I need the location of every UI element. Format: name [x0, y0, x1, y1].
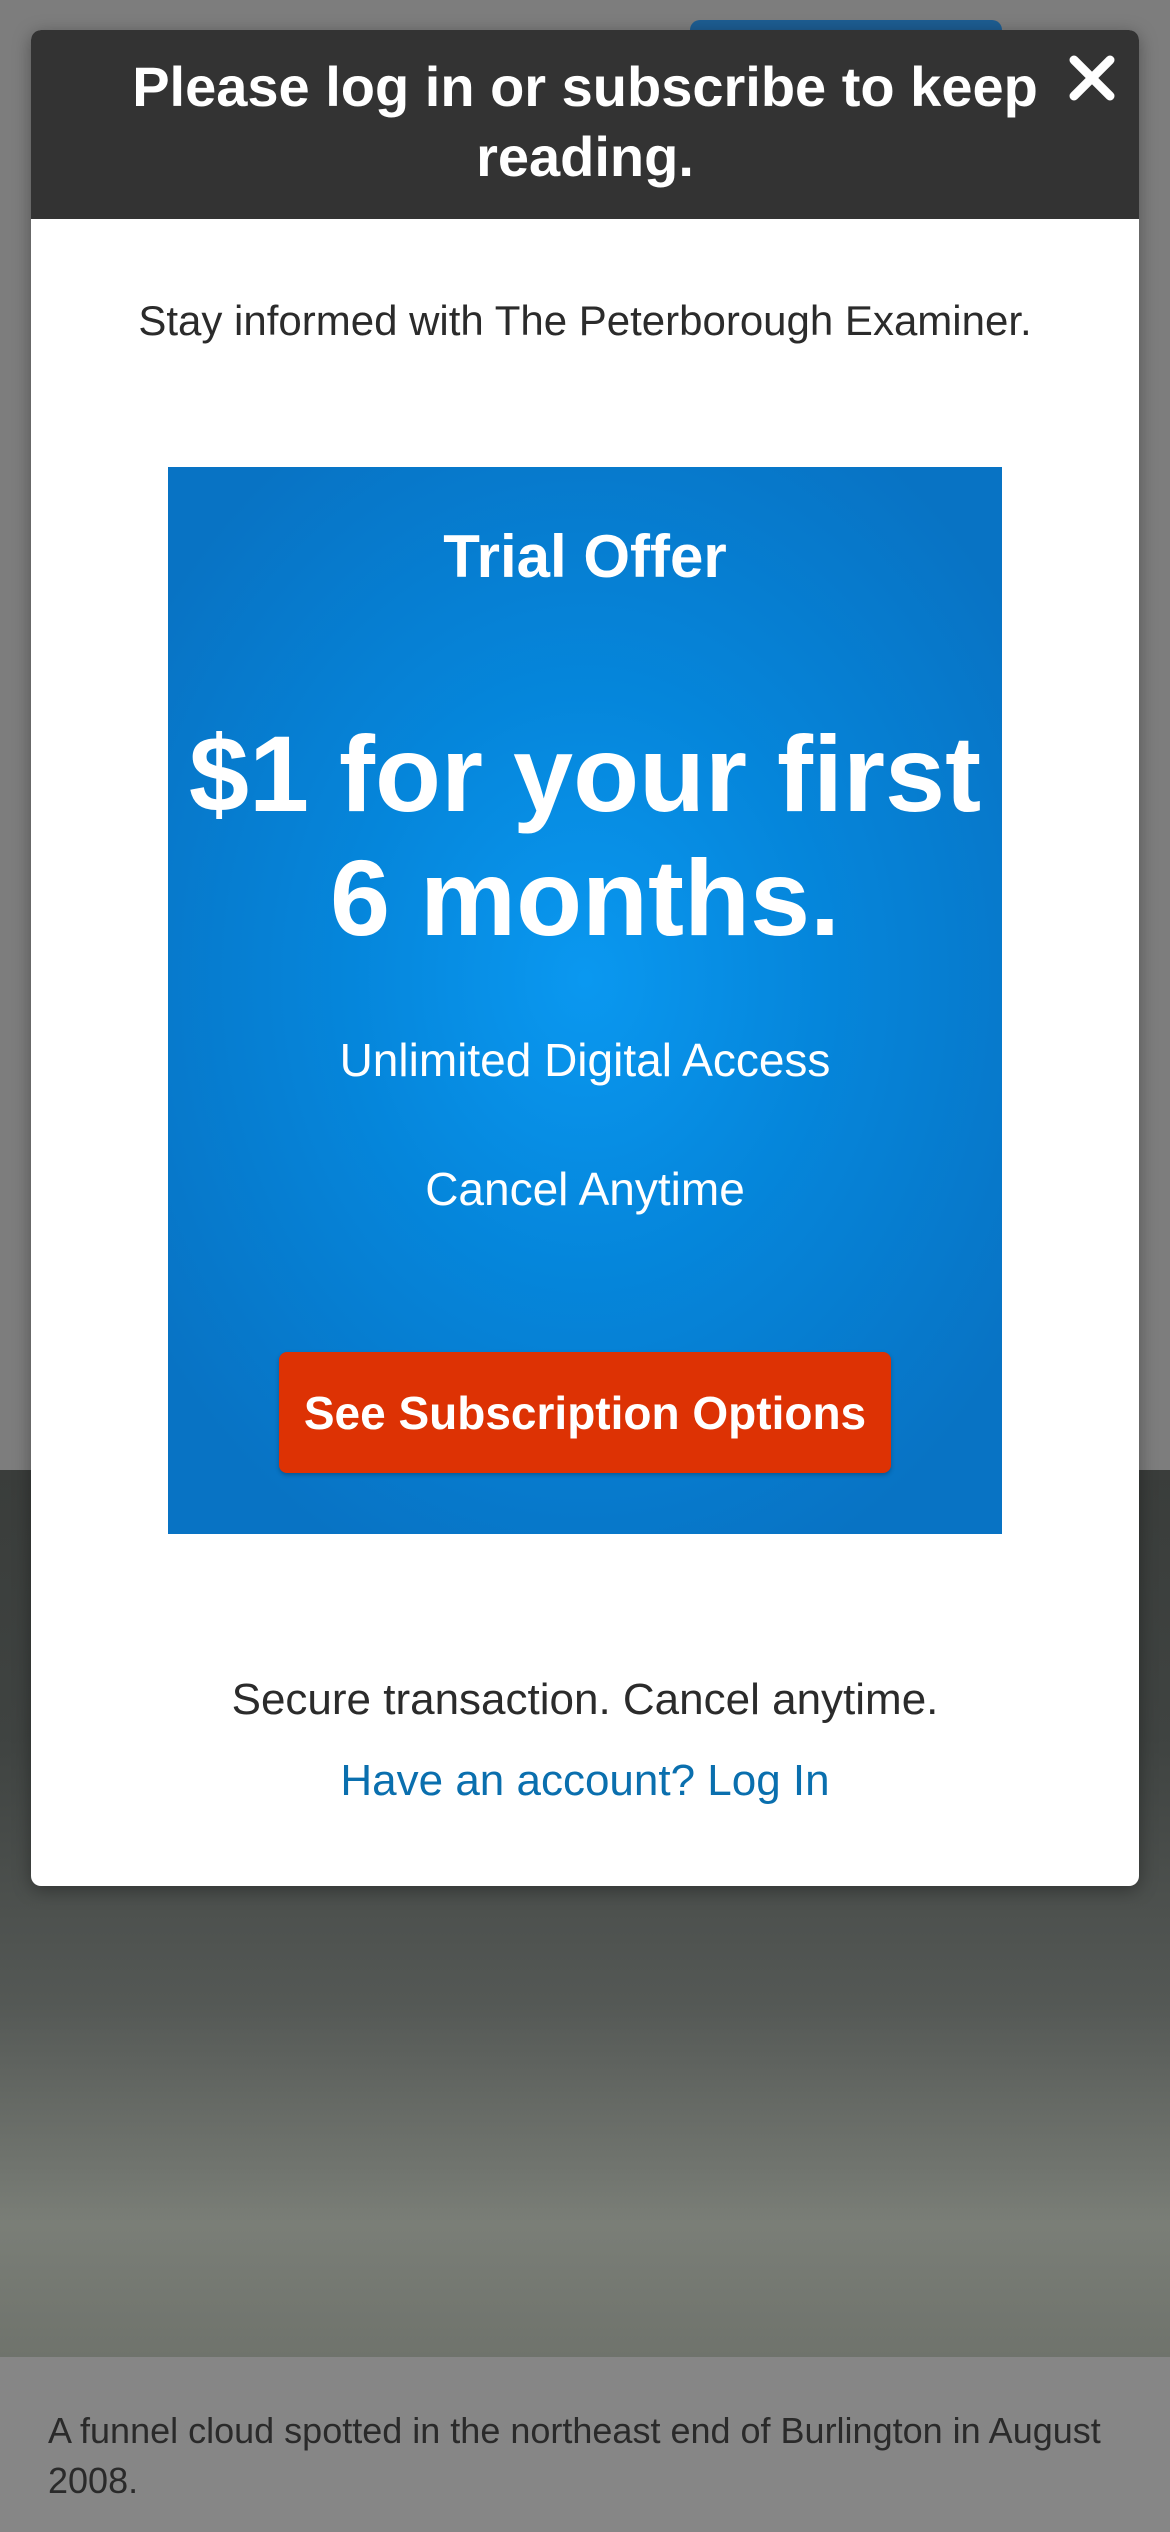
secure-transaction-text: Secure transaction. Cancel anytime. — [231, 1675, 939, 1724]
close-icon — [1069, 55, 1115, 101]
trial-offer-box: Trial Offer $1 for your first 6 months. … — [168, 467, 1002, 1534]
photo-caption: A funnel cloud spotted in the northeast … — [48, 2410, 1101, 2501]
see-subscription-options-button[interactable]: See Subscription Options — [279, 1352, 891, 1473]
offer-feature-cancel-anytime: Cancel Anytime — [425, 1163, 745, 1215]
close-button[interactable] — [1060, 46, 1124, 110]
offer-feature-digital-access: Unlimited Digital Access — [339, 1034, 831, 1086]
modal-header: Please log in or subscribe to keep readi… — [31, 30, 1139, 219]
paywall-modal: Please log in or subscribe to keep readi… — [31, 30, 1139, 1886]
login-link[interactable]: Have an account? Log In — [31, 1753, 1139, 1809]
modal-title: Please log in or subscribe to keep readi… — [132, 55, 1038, 188]
offer-price: $1 for your first 6 months. — [188, 713, 982, 958]
modal-tagline: Stay informed with The Peterborough Exam… — [138, 297, 1032, 344]
offer-label: Trial Offer — [443, 523, 727, 590]
